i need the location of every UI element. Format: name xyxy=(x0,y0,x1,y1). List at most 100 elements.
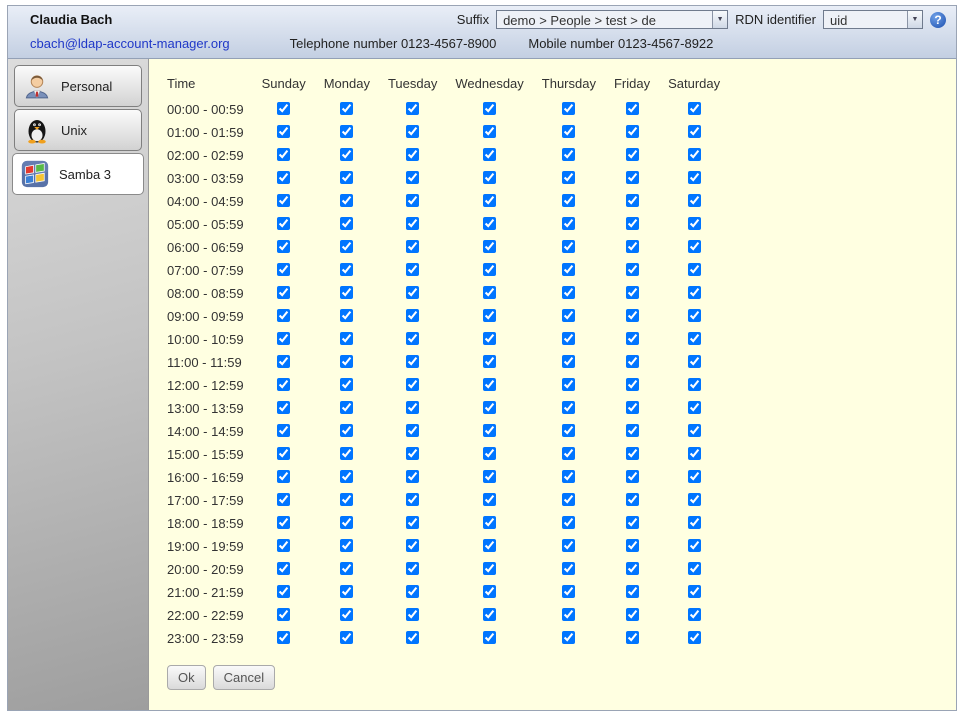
hour-checkbox-tuesday[interactable] xyxy=(406,332,419,345)
hour-checkbox-sunday[interactable] xyxy=(277,309,290,322)
hour-checkbox-thursday[interactable] xyxy=(562,401,575,414)
hour-checkbox-sunday[interactable] xyxy=(277,332,290,345)
hour-checkbox-wednesday[interactable] xyxy=(483,263,496,276)
hour-checkbox-wednesday[interactable] xyxy=(483,631,496,644)
hour-checkbox-tuesday[interactable] xyxy=(406,217,419,230)
hour-checkbox-tuesday[interactable] xyxy=(406,516,419,529)
hour-checkbox-sunday[interactable] xyxy=(277,263,290,276)
hour-checkbox-saturday[interactable] xyxy=(688,102,701,115)
hour-checkbox-saturday[interactable] xyxy=(688,401,701,414)
hour-checkbox-monday[interactable] xyxy=(340,240,353,253)
hour-checkbox-thursday[interactable] xyxy=(562,470,575,483)
hour-checkbox-friday[interactable] xyxy=(626,102,639,115)
hour-checkbox-wednesday[interactable] xyxy=(483,516,496,529)
hour-checkbox-saturday[interactable] xyxy=(688,470,701,483)
cancel-button[interactable]: Cancel xyxy=(213,665,275,690)
hour-checkbox-saturday[interactable] xyxy=(688,562,701,575)
rdn-identifier-select[interactable]: uid ▼ xyxy=(823,10,923,29)
hour-checkbox-sunday[interactable] xyxy=(277,171,290,184)
hour-checkbox-monday[interactable] xyxy=(340,424,353,437)
hour-checkbox-thursday[interactable] xyxy=(562,424,575,437)
hour-checkbox-friday[interactable] xyxy=(626,631,639,644)
hour-checkbox-wednesday[interactable] xyxy=(483,309,496,322)
hour-checkbox-tuesday[interactable] xyxy=(406,194,419,207)
hour-checkbox-sunday[interactable] xyxy=(277,447,290,460)
hour-checkbox-sunday[interactable] xyxy=(277,217,290,230)
hour-checkbox-friday[interactable] xyxy=(626,562,639,575)
hour-checkbox-friday[interactable] xyxy=(626,309,639,322)
hour-checkbox-tuesday[interactable] xyxy=(406,125,419,138)
hour-checkbox-friday[interactable] xyxy=(626,194,639,207)
hour-checkbox-saturday[interactable] xyxy=(688,493,701,506)
hour-checkbox-friday[interactable] xyxy=(626,286,639,299)
hour-checkbox-tuesday[interactable] xyxy=(406,171,419,184)
ok-button[interactable]: Ok xyxy=(167,665,206,690)
hour-checkbox-tuesday[interactable] xyxy=(406,240,419,253)
hour-checkbox-sunday[interactable] xyxy=(277,631,290,644)
hour-checkbox-friday[interactable] xyxy=(626,148,639,161)
hour-checkbox-wednesday[interactable] xyxy=(483,332,496,345)
hour-checkbox-saturday[interactable] xyxy=(688,309,701,322)
hour-checkbox-monday[interactable] xyxy=(340,263,353,276)
hour-checkbox-wednesday[interactable] xyxy=(483,608,496,621)
hour-checkbox-friday[interactable] xyxy=(626,608,639,621)
hour-checkbox-sunday[interactable] xyxy=(277,608,290,621)
hour-checkbox-sunday[interactable] xyxy=(277,194,290,207)
hour-checkbox-wednesday[interactable] xyxy=(483,401,496,414)
hour-checkbox-sunday[interactable] xyxy=(277,493,290,506)
hour-checkbox-friday[interactable] xyxy=(626,401,639,414)
hour-checkbox-monday[interactable] xyxy=(340,148,353,161)
hour-checkbox-sunday[interactable] xyxy=(277,516,290,529)
hour-checkbox-sunday[interactable] xyxy=(277,240,290,253)
hour-checkbox-thursday[interactable] xyxy=(562,263,575,276)
hour-checkbox-wednesday[interactable] xyxy=(483,562,496,575)
hour-checkbox-thursday[interactable] xyxy=(562,125,575,138)
hour-checkbox-tuesday[interactable] xyxy=(406,378,419,391)
hour-checkbox-tuesday[interactable] xyxy=(406,631,419,644)
hour-checkbox-tuesday[interactable] xyxy=(406,493,419,506)
hour-checkbox-thursday[interactable] xyxy=(562,102,575,115)
hour-checkbox-thursday[interactable] xyxy=(562,309,575,322)
hour-checkbox-tuesday[interactable] xyxy=(406,585,419,598)
suffix-select[interactable]: demo > People > test > de ▼ xyxy=(496,10,728,29)
sidebar-tab-samba3[interactable]: Samba 3 xyxy=(12,153,144,195)
hour-checkbox-monday[interactable] xyxy=(340,539,353,552)
hour-checkbox-saturday[interactable] xyxy=(688,424,701,437)
hour-checkbox-tuesday[interactable] xyxy=(406,148,419,161)
hour-checkbox-saturday[interactable] xyxy=(688,125,701,138)
sidebar-tab-unix[interactable]: Unix xyxy=(14,109,142,151)
hour-checkbox-friday[interactable] xyxy=(626,585,639,598)
hour-checkbox-monday[interactable] xyxy=(340,585,353,598)
hour-checkbox-saturday[interactable] xyxy=(688,171,701,184)
hour-checkbox-wednesday[interactable] xyxy=(483,240,496,253)
hour-checkbox-thursday[interactable] xyxy=(562,148,575,161)
hour-checkbox-monday[interactable] xyxy=(340,493,353,506)
hour-checkbox-wednesday[interactable] xyxy=(483,148,496,161)
hour-checkbox-thursday[interactable] xyxy=(562,631,575,644)
hour-checkbox-thursday[interactable] xyxy=(562,493,575,506)
hour-checkbox-thursday[interactable] xyxy=(562,378,575,391)
hour-checkbox-tuesday[interactable] xyxy=(406,355,419,368)
hour-checkbox-monday[interactable] xyxy=(340,125,353,138)
hour-checkbox-sunday[interactable] xyxy=(277,355,290,368)
hour-checkbox-saturday[interactable] xyxy=(688,355,701,368)
hour-checkbox-wednesday[interactable] xyxy=(483,355,496,368)
hour-checkbox-friday[interactable] xyxy=(626,424,639,437)
hour-checkbox-sunday[interactable] xyxy=(277,125,290,138)
hour-checkbox-tuesday[interactable] xyxy=(406,424,419,437)
hour-checkbox-thursday[interactable] xyxy=(562,355,575,368)
hour-checkbox-thursday[interactable] xyxy=(562,240,575,253)
hour-checkbox-friday[interactable] xyxy=(626,470,639,483)
hour-checkbox-monday[interactable] xyxy=(340,217,353,230)
hour-checkbox-saturday[interactable] xyxy=(688,148,701,161)
hour-checkbox-saturday[interactable] xyxy=(688,263,701,276)
hour-checkbox-saturday[interactable] xyxy=(688,539,701,552)
hour-checkbox-sunday[interactable] xyxy=(277,378,290,391)
hour-checkbox-thursday[interactable] xyxy=(562,562,575,575)
hour-checkbox-wednesday[interactable] xyxy=(483,539,496,552)
hour-checkbox-tuesday[interactable] xyxy=(406,286,419,299)
hour-checkbox-monday[interactable] xyxy=(340,470,353,483)
hour-checkbox-tuesday[interactable] xyxy=(406,470,419,483)
hour-checkbox-sunday[interactable] xyxy=(277,424,290,437)
hour-checkbox-saturday[interactable] xyxy=(688,631,701,644)
